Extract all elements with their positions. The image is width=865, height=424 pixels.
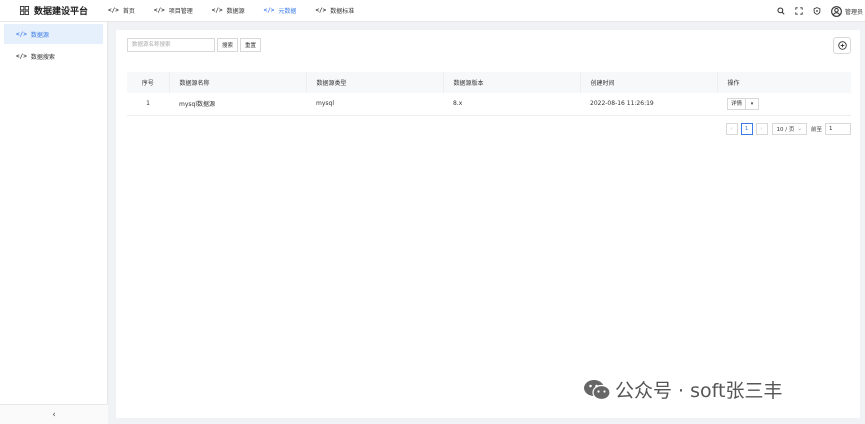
sidebar-item-label: 数据源 bbox=[30, 31, 49, 39]
column-header: 数据源版本 bbox=[443, 72, 581, 93]
cell-type: mysql bbox=[306, 93, 443, 116]
plus-circle-icon bbox=[837, 41, 847, 50]
user-name: 管理员 bbox=[844, 8, 863, 16]
nav-label: 数据源 bbox=[226, 8, 245, 15]
reset-button[interactable]: 重置 bbox=[240, 38, 262, 52]
table-header-row: 序号 数据源名称 数据源类型 数据源版本 创建时间 操作 bbox=[127, 72, 851, 93]
top-nav: </> 首页 </> 项目管理 </> 数据源 </> 元数据 </> 数据标准 bbox=[108, 0, 373, 22]
fullscreen-icon[interactable] bbox=[791, 0, 807, 22]
column-header: 创建时间 bbox=[580, 72, 718, 93]
nav-label: 项目管理 bbox=[168, 8, 193, 15]
search-button[interactable]: 搜索 bbox=[217, 38, 239, 52]
page-size-value: 10 / 页 bbox=[776, 127, 795, 133]
code-icon: </> bbox=[153, 7, 165, 14]
shield-icon[interactable] bbox=[809, 0, 825, 22]
sidebar-collapse-button[interactable]: ‹ bbox=[0, 404, 108, 424]
search-bar: 搜索 重置 bbox=[127, 38, 262, 52]
app-logo: 数据建设平台 bbox=[0, 4, 108, 17]
sidebar-item-data-search[interactable]: </> 数据搜索 bbox=[0, 46, 107, 66]
chevron-down-icon: ⌄ bbox=[797, 126, 802, 132]
code-icon: </> bbox=[315, 7, 327, 14]
app-title: 数据建设平台 bbox=[34, 7, 89, 17]
code-icon: </> bbox=[16, 52, 27, 60]
sidebar-item-datasource[interactable]: </> 数据源 bbox=[4, 24, 103, 44]
nav-datasource[interactable]: </> 数据源 bbox=[212, 0, 245, 22]
page-number[interactable]: 1 bbox=[740, 123, 753, 135]
nav-label: 元数据 bbox=[278, 8, 297, 15]
nav-metadata[interactable]: </> 元数据 bbox=[264, 0, 297, 22]
page-size-select[interactable]: 10 / 页 ⌄ bbox=[771, 123, 807, 135]
detail-dropdown: 详情 ▾ bbox=[727, 97, 760, 110]
column-header: 操作 bbox=[717, 72, 851, 93]
code-icon: </> bbox=[263, 7, 275, 14]
search-icon[interactable] bbox=[773, 0, 789, 22]
prev-page-button[interactable]: ‹ bbox=[725, 123, 738, 135]
table-row: 1 mysql数据源 mysql 8.x 2022-08-16 11:26:19… bbox=[127, 93, 851, 116]
cell-created: 2022-08-16 11:26:19 bbox=[580, 93, 717, 116]
page-jump-input[interactable]: 1 bbox=[825, 123, 851, 135]
caret-down-icon[interactable]: ▾ bbox=[746, 101, 758, 107]
nav-project-management[interactable]: </> 项目管理 bbox=[154, 0, 193, 22]
detail-button[interactable]: 详情 bbox=[728, 97, 747, 110]
top-header: 数据建设平台 </> 首页 </> 项目管理 </> 数据源 </> 元数据 <… bbox=[0, 0, 865, 22]
wechat-icon bbox=[584, 379, 611, 400]
cell-action: 详情 ▾ bbox=[717, 93, 851, 116]
search-input[interactable] bbox=[127, 38, 215, 52]
column-header: 序号 bbox=[127, 72, 170, 93]
grid-logo-icon bbox=[20, 6, 29, 15]
nav-home[interactable]: </> 首页 bbox=[108, 0, 135, 22]
nav-label: 首页 bbox=[122, 8, 135, 15]
cell-index: 1 bbox=[127, 93, 169, 116]
cell-version: 8.x bbox=[443, 93, 580, 116]
cell-name: mysql数据源 bbox=[169, 93, 306, 116]
code-icon: </> bbox=[108, 7, 119, 14]
watermark: 公众号 · soft张三丰 bbox=[583, 376, 782, 403]
user-menu[interactable]: 管理员 bbox=[831, 5, 863, 17]
sidebar-item-label: 数据搜索 bbox=[30, 53, 55, 61]
sidebar: </> 数据源 </> 数据搜索 ‹ bbox=[0, 22, 108, 424]
nav-label: 数据标准 bbox=[330, 8, 355, 15]
column-header: 数据源类型 bbox=[306, 72, 444, 93]
code-icon: </> bbox=[16, 30, 27, 38]
datasource-table: 序号 数据源名称 数据源类型 数据源版本 创建时间 操作 1 mysql数据源 … bbox=[127, 72, 851, 116]
code-icon: </> bbox=[211, 7, 223, 14]
add-button[interactable] bbox=[833, 37, 851, 54]
column-header: 数据源名称 bbox=[169, 72, 307, 93]
jump-label: 前至 bbox=[810, 127, 822, 133]
watermark-text: 公众号 · soft张三丰 bbox=[615, 380, 783, 402]
next-page-button[interactable]: › bbox=[755, 123, 768, 135]
nav-data-standard[interactable]: </> 数据标准 bbox=[315, 0, 354, 22]
pagination: ‹ 1 › 10 / 页 ⌄ 前至 1 bbox=[723, 123, 851, 135]
header-actions: 管理员 bbox=[771, 0, 865, 22]
main-content: 搜索 重置 序号 数据源名称 数据源类型 数据源版本 创建时间 操作 1 mys… bbox=[116, 30, 860, 418]
avatar-icon bbox=[831, 5, 842, 17]
chevron-left-icon: ‹ bbox=[52, 409, 56, 420]
